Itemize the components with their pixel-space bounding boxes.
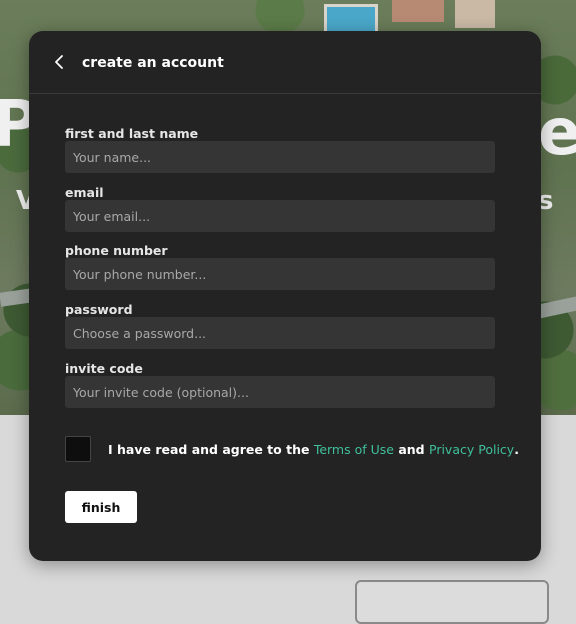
invite-code-label: invite code (65, 361, 143, 376)
name-input[interactable] (65, 141, 495, 173)
name-label: first and last name (65, 126, 199, 141)
terms-of-use-link[interactable]: Terms of Use (314, 442, 394, 457)
agreement-suffix: . (514, 442, 519, 457)
password-input[interactable] (65, 317, 495, 349)
create-account-modal: create an account first and last name em… (29, 31, 541, 561)
privacy-policy-link[interactable]: Privacy Policy (429, 442, 514, 457)
background-button (355, 580, 549, 624)
agreement-prefix: I have read and agree to the (108, 442, 310, 457)
phone-label: phone number (65, 243, 168, 258)
finish-button[interactable]: finish (65, 491, 137, 523)
phone-input[interactable] (65, 258, 495, 290)
chevron-left-icon[interactable] (51, 53, 69, 71)
agree-checkbox[interactable] (65, 436, 91, 462)
roof-image-detail (392, 0, 444, 22)
hero-title-fragment: es (538, 96, 576, 170)
invite-code-input[interactable] (65, 376, 495, 408)
modal-header: create an account (29, 31, 541, 94)
roof-image-detail (455, 0, 495, 28)
modal-title: create an account (82, 55, 224, 71)
agreement-and: and (398, 442, 425, 457)
email-label: email (65, 185, 104, 200)
agreement-text: I have read and agree to the Terms of Us… (108, 442, 519, 457)
password-label: password (65, 302, 133, 317)
email-input[interactable] (65, 200, 495, 232)
